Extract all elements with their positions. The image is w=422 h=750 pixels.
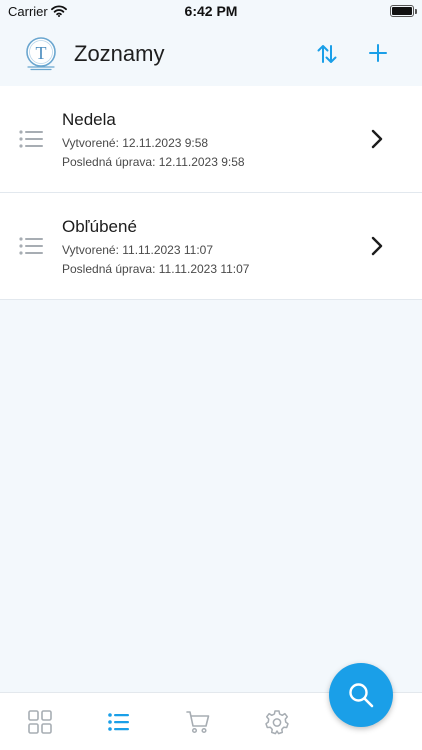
sort-arrows-icon bbox=[317, 45, 337, 63]
clock-time: 6:42 PM bbox=[184, 3, 238, 19]
logo-letter: T bbox=[36, 43, 47, 63]
list-item[interactable]: Obľúbené Vytvorené: 11.11.2023 11:07 Pos… bbox=[0, 193, 422, 300]
list-name: Nedela bbox=[62, 110, 116, 129]
search-icon bbox=[349, 683, 374, 708]
page-title: Zoznamy bbox=[74, 41, 165, 66]
list-bullets-icon bbox=[19, 237, 45, 255]
chevron-right-icon bbox=[370, 128, 384, 150]
list-bullets-icon bbox=[19, 130, 45, 148]
cart-icon bbox=[186, 711, 210, 734]
grid-icon bbox=[28, 710, 52, 734]
add-list-button[interactable] bbox=[365, 40, 391, 66]
app-header: T Zoznamy bbox=[0, 24, 422, 86]
battery-icon bbox=[390, 5, 417, 17]
tab-settings[interactable] bbox=[264, 709, 290, 735]
app-logo: T bbox=[24, 36, 58, 72]
list-icon bbox=[108, 713, 129, 731]
tab-home[interactable] bbox=[27, 709, 53, 735]
chevron-right-icon bbox=[370, 235, 384, 257]
list-modified-date: Posledná úprava: 11.11.2023 11:07 bbox=[62, 262, 250, 276]
tab-cart[interactable] bbox=[185, 709, 211, 735]
lists-container: Nedela Vytvorené: 12.11.2023 9:58 Posled… bbox=[0, 86, 422, 300]
plus-icon bbox=[369, 44, 387, 62]
list-name: Obľúbené bbox=[62, 217, 137, 236]
sort-button[interactable] bbox=[313, 40, 341, 68]
list-created-date: Vytvorené: 11.11.2023 11:07 bbox=[62, 243, 214, 257]
list-modified-date: Posledná úprava: 12.11.2023 9:58 bbox=[62, 155, 245, 169]
list-item[interactable]: Nedela Vytvorené: 12.11.2023 9:58 Posled… bbox=[0, 86, 422, 193]
search-button[interactable] bbox=[329, 663, 393, 727]
status-bar: Carrier 6:42 PM bbox=[0, 0, 422, 24]
tab-lists[interactable] bbox=[106, 709, 132, 735]
gear-icon bbox=[265, 710, 289, 735]
list-created-date: Vytvorené: 12.11.2023 9:58 bbox=[62, 136, 209, 150]
